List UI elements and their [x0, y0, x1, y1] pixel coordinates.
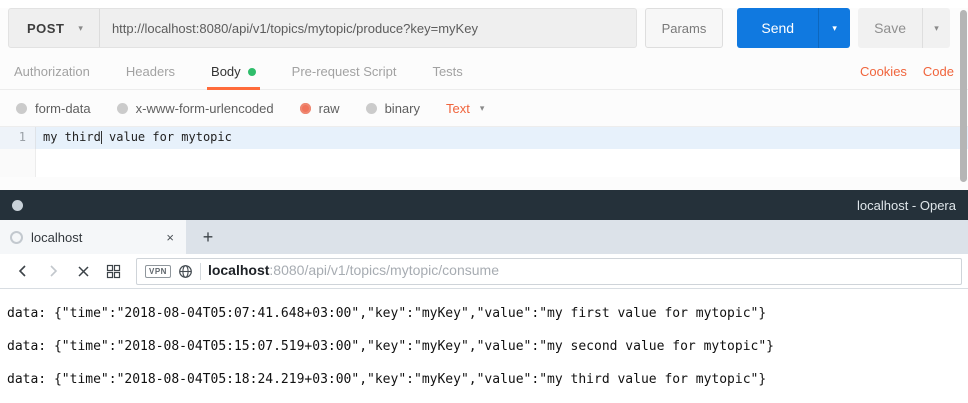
tab-title: localhost	[31, 230, 156, 245]
body-type-row: form-data x-www-form-urlencoded raw bina…	[0, 90, 968, 126]
radio-label: binary	[385, 101, 420, 116]
params-button[interactable]: Params	[645, 8, 724, 48]
sse-data-line: data: {"time":"2018-08-04T05:18:24.219+0…	[7, 363, 968, 396]
request-bar: POST ▾ Params Send ▾ Save ▾	[8, 8, 950, 48]
stop-reload-button[interactable]	[70, 258, 96, 284]
raw-type-dropdown[interactable]: Text ▾	[446, 101, 484, 116]
body-editor[interactable]: 1 my third value for mytopic	[0, 126, 968, 177]
grid-tiles-icon	[106, 264, 121, 279]
save-button[interactable]: Save	[858, 8, 922, 48]
code-link[interactable]: Code	[923, 64, 954, 79]
back-button[interactable]	[10, 258, 36, 284]
sse-data-line: data: {"time":"2018-08-04T05:07:41.648+0…	[7, 297, 968, 330]
chevron-down-icon: ▾	[934, 23, 939, 33]
editor-text-before-cursor: my third	[43, 130, 101, 144]
editor-active-line[interactable]: my third value for mytopic	[36, 127, 968, 149]
save-button-group: Save ▾	[858, 8, 950, 48]
tab-label: Tests	[432, 64, 462, 79]
chevron-down-icon: ▾	[832, 23, 837, 33]
chevron-left-icon	[16, 264, 30, 278]
send-button[interactable]: Send	[737, 8, 818, 48]
browser-tab-localhost[interactable]: localhost ×	[0, 220, 186, 254]
request-tabs: Authorization Headers Body Pre-request S…	[0, 54, 968, 90]
tab-headers[interactable]: Headers	[126, 54, 175, 90]
browser-tab-bar: localhost × +	[0, 220, 968, 254]
editor-gutter: 1	[0, 127, 36, 177]
tab-label: Pre-request Script	[292, 64, 397, 79]
radio-icon	[366, 103, 377, 114]
method-dropdown[interactable]: POST ▾	[9, 9, 100, 47]
url-field[interactable]: VPN localhost:8080/api/v1/topics/mytopic…	[136, 258, 962, 285]
tab-tests[interactable]: Tests	[432, 54, 462, 90]
opera-titlebar[interactable]: localhost - Opera	[0, 190, 968, 220]
radio-icon	[16, 103, 27, 114]
close-tab-icon[interactable]: ×	[164, 230, 176, 245]
chevron-right-icon	[46, 264, 60, 278]
vpn-badge[interactable]: VPN	[145, 265, 171, 278]
radio-icon	[117, 103, 128, 114]
editor-text-after-cursor: value for mytopic	[102, 130, 232, 144]
radio-x-www-form-urlencoded[interactable]: x-www-form-urlencoded	[117, 101, 274, 116]
address-bar: VPN localhost:8080/api/v1/topics/mytopic…	[0, 254, 968, 289]
opera-menu-icon[interactable]	[12, 200, 23, 211]
save-options-button[interactable]: ▾	[922, 8, 950, 48]
radio-raw[interactable]: raw	[300, 101, 340, 116]
new-tab-button[interactable]: +	[186, 220, 230, 254]
radio-selected-icon	[300, 103, 311, 114]
url-group: POST ▾	[8, 8, 637, 48]
green-dot-icon	[248, 68, 256, 76]
url-path: :8080/api/v1/topics/mytopic/consume	[269, 262, 499, 278]
line-number: 1	[0, 127, 36, 149]
tab-authorization[interactable]: Authorization	[14, 54, 90, 90]
radio-form-data[interactable]: form-data	[16, 101, 91, 116]
raw-type-label: Text	[446, 101, 470, 116]
radio-label: form-data	[35, 101, 91, 116]
gutter-filler	[0, 149, 36, 177]
url-text: localhost:8080/api/v1/topics/mytopic/con…	[208, 262, 499, 280]
radio-binary[interactable]: binary	[366, 101, 420, 116]
tab-label: Authorization	[14, 64, 90, 79]
request-url-input[interactable]	[100, 9, 636, 47]
postman-panel: POST ▾ Params Send ▾ Save ▾ Authorizatio…	[0, 8, 968, 190]
vertical-scrollbar[interactable]	[960, 10, 967, 182]
sse-data-line: data: {"time":"2018-08-04T05:15:07.519+0…	[7, 330, 968, 363]
send-options-button[interactable]: ▾	[818, 8, 850, 48]
forward-button[interactable]	[40, 258, 66, 284]
chevron-down-icon: ▾	[78, 23, 83, 34]
tab-loading-spinner-icon	[10, 231, 23, 244]
chevron-down-icon: ▾	[480, 103, 485, 114]
url-separator	[200, 263, 201, 280]
method-label: POST	[27, 21, 64, 36]
tab-body[interactable]: Body	[211, 54, 256, 90]
globe-icon	[178, 264, 193, 279]
tab-pre-request-script[interactable]: Pre-request Script	[292, 54, 397, 90]
tab-label: Body	[211, 64, 241, 79]
page-content: data: {"time":"2018-08-04T05:07:41.648+0…	[0, 289, 968, 403]
window-title: localhost - Opera	[23, 198, 956, 213]
send-button-group: Send ▾	[737, 8, 850, 48]
tab-label: Headers	[126, 64, 175, 79]
cookies-link[interactable]: Cookies	[860, 64, 907, 79]
radio-label: x-www-form-urlencoded	[136, 101, 274, 116]
url-host: localhost	[208, 262, 269, 278]
radio-label: raw	[319, 101, 340, 116]
close-icon	[77, 265, 90, 278]
tab-tiles-button[interactable]	[100, 258, 126, 284]
